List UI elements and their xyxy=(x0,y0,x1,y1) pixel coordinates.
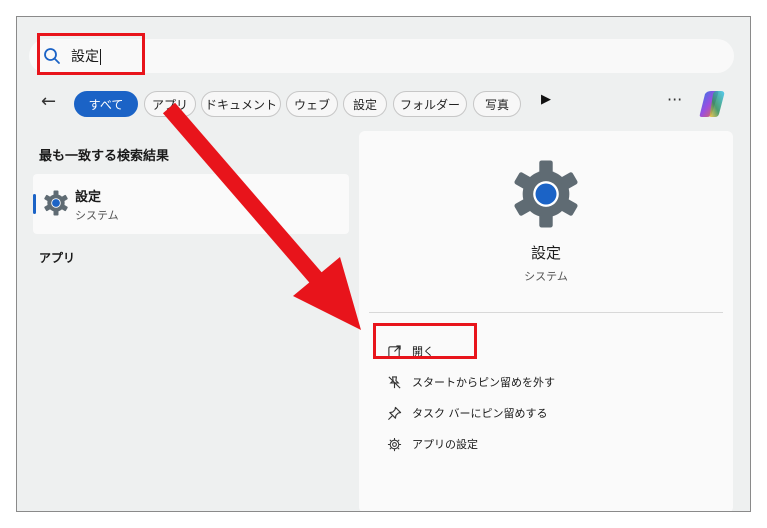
pin-taskbar-label: タスク バーにピン留めする xyxy=(412,407,548,420)
unpin-start-action[interactable]: スタートからピン留めを外す xyxy=(387,372,555,392)
open-highlight-box xyxy=(373,323,477,359)
unpin-icon xyxy=(388,375,401,389)
pin-icon xyxy=(388,406,402,420)
detail-panel: 設定 システム 開く スタートからピン留めを外す タスク バーにピン留めする ア… xyxy=(359,131,733,511)
detail-divider xyxy=(369,312,723,313)
settings-gear-icon xyxy=(44,190,68,216)
more-options-button[interactable]: ··· xyxy=(667,90,682,109)
chip-settings[interactable]: 設定 xyxy=(343,91,387,117)
gear-icon xyxy=(387,437,402,451)
search-highlight-box xyxy=(37,33,145,75)
scroll-filters-icon[interactable]: ▶ xyxy=(541,92,551,107)
best-match-title: 設定 xyxy=(75,190,102,205)
chip-folders[interactable]: フォルダー xyxy=(393,91,467,117)
chip-documents[interactable]: ドキュメント xyxy=(201,91,281,117)
best-match-subtitle: システム xyxy=(75,209,119,222)
detail-title: 設定 xyxy=(530,244,561,262)
unpin-start-label: スタートからピン留めを外す xyxy=(412,376,555,389)
chip-photos[interactable]: 写真 xyxy=(473,91,521,117)
detail-subtitle: システム xyxy=(524,270,568,283)
best-match-result[interactable]: 設定 システム xyxy=(33,174,349,234)
apps-section-heading: アプリ xyxy=(39,251,76,265)
chip-web[interactable]: ウェブ xyxy=(286,91,338,117)
copilot-icon[interactable] xyxy=(697,90,727,118)
chip-all[interactable]: すべて xyxy=(74,91,138,117)
selection-indicator xyxy=(33,194,36,214)
best-match-heading: 最も一致する検索結果 xyxy=(39,149,170,164)
filter-bar: ← すべて アプリ ドキュメント ウェブ 設定 フォルダー 写真 ▶ ··· xyxy=(17,89,750,119)
pin-taskbar-action[interactable]: タスク バーにピン留めする xyxy=(387,403,548,423)
settings-gear-icon xyxy=(514,160,578,228)
search-window: 設定 ← すべて アプリ ドキュメント ウェブ 設定 フォルダー 写真 ▶ ··… xyxy=(16,16,751,512)
back-arrow-icon[interactable]: ← xyxy=(41,91,56,112)
app-settings-action[interactable]: アプリの設定 xyxy=(387,434,478,454)
chip-apps[interactable]: アプリ xyxy=(144,91,196,117)
app-settings-label: アプリの設定 xyxy=(412,438,478,451)
